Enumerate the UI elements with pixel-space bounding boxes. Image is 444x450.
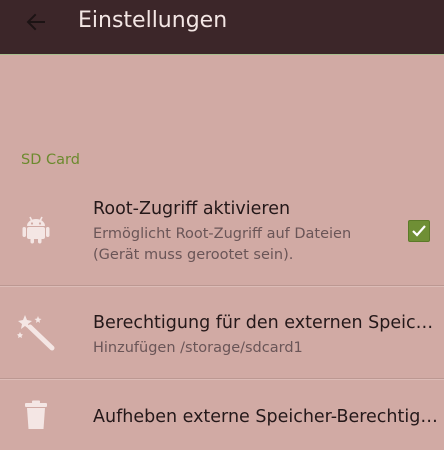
pref-summary: Hinzufügen /storage/sdcard1 (93, 338, 433, 359)
root-access-checkbox[interactable] (408, 220, 430, 242)
android-icon (22, 214, 50, 244)
summary-line: Hinzufügen /storage/sdcard1 (93, 340, 303, 356)
app-bar: Einstellungen (0, 0, 444, 55)
pref-title: Berechtigung für den externen Speicher (93, 313, 441, 333)
section-header-sd-card: SD Card (21, 152, 80, 168)
page-title: Einstellungen (78, 8, 228, 33)
summary-line: (Gerät muss gerootet sein). (93, 247, 294, 263)
pref-external-storage-permission[interactable]: Berechtigung für den externen Speicher H… (0, 287, 444, 377)
trash-icon (24, 400, 48, 430)
pref-title: Aufheben externe Speicher-Berechtigung (93, 407, 441, 427)
pref-revoke-external-storage-permission[interactable]: Aufheben externe Speicher-Berechtigung (0, 380, 444, 450)
pref-root-access[interactable]: Root-Zugriff aktivieren Ermöglicht Root-… (0, 190, 444, 284)
pref-summary: Ermöglicht Root-Zugriff auf Dateien (Ger… (93, 224, 393, 266)
arrow-back-icon (26, 13, 45, 31)
back-button[interactable] (20, 6, 52, 38)
magic-wand-icon (16, 313, 56, 351)
checkmark-icon (412, 225, 426, 237)
summary-line: Ermöglicht Root-Zugriff auf Dateien (93, 226, 352, 242)
pref-title: Root-Zugriff aktivieren (93, 199, 291, 219)
